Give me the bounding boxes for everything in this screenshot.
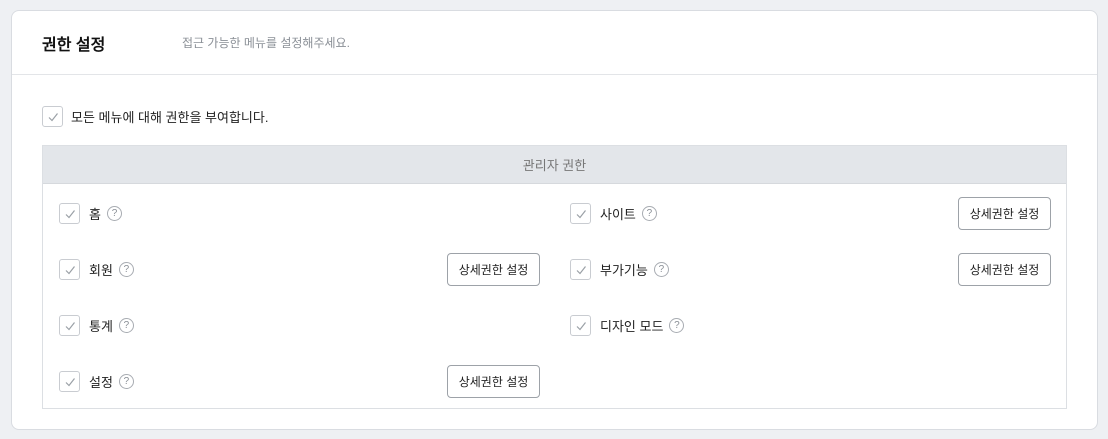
design-mode-checkbox[interactable] <box>570 315 591 336</box>
permission-settings-card: 권한 설정 접근 가능한 메뉴를 설정해주세요. 모든 메뉴에 대해 권한을 부… <box>11 10 1098 430</box>
perm-item-stats: 통계 ? <box>59 309 134 342</box>
member-detail-button[interactable]: 상세권한 설정 <box>447 253 540 286</box>
check-icon <box>576 265 586 274</box>
all-permissions-label: 모든 메뉴에 대해 권한을 부여합니다. <box>71 110 269 125</box>
all-permissions-row: 모든 메뉴에 대해 권한을 부여합니다. <box>42 106 268 127</box>
help-icon[interactable]: ? <box>641 206 657 221</box>
admin-permissions-panel: 관리자 권한 홈 ? 회원 ? 상세권한 설정 통계 ? 설정 ? 상세권한 설… <box>42 145 1067 409</box>
perm-item-member: 회원 ? <box>59 253 134 286</box>
page-description: 접근 가능한 메뉴를 설정해주세요. <box>182 36 350 50</box>
check-icon <box>576 321 586 330</box>
help-icon[interactable]: ? <box>653 262 669 277</box>
perm-label: 부가기능 <box>600 263 648 278</box>
help-icon[interactable]: ? <box>118 318 134 333</box>
site-detail-button[interactable]: 상세권한 설정 <box>958 197 1051 230</box>
check-icon <box>48 112 58 121</box>
all-permissions-checkbox[interactable] <box>42 106 63 127</box>
member-checkbox[interactable] <box>59 259 80 280</box>
perm-label: 디자인 모드 <box>600 319 664 334</box>
settings-detail-button[interactable]: 상세권한 설정 <box>447 365 540 398</box>
perm-label: 설정 <box>89 375 113 390</box>
perm-label: 통계 <box>89 319 113 334</box>
home-checkbox[interactable] <box>59 203 80 224</box>
check-icon <box>65 321 75 330</box>
perm-item-site: 사이트 ? <box>570 197 657 230</box>
page-title: 권한 설정 <box>42 36 106 54</box>
perm-item-home: 홈 ? <box>59 197 122 230</box>
help-icon[interactable]: ? <box>118 262 134 277</box>
perm-label: 홈 <box>89 207 101 222</box>
check-icon <box>576 209 586 218</box>
perm-item-addons: 부가기능 ? <box>570 253 669 286</box>
addons-checkbox[interactable] <box>570 259 591 280</box>
help-icon[interactable]: ? <box>106 206 122 221</box>
check-icon <box>65 209 75 218</box>
help-icon[interactable]: ? <box>118 374 134 389</box>
perm-label: 사이트 <box>600 207 636 222</box>
addons-detail-button[interactable]: 상세권한 설정 <box>958 253 1051 286</box>
admin-permissions-header: 관리자 권한 <box>43 146 1066 184</box>
perm-item-settings: 설정 ? <box>59 365 134 398</box>
perm-item-design-mode: 디자인 모드 ? <box>570 309 685 342</box>
settings-checkbox[interactable] <box>59 371 80 392</box>
card-header: 권한 설정 접근 가능한 메뉴를 설정해주세요. <box>12 11 1097 75</box>
check-icon <box>65 377 75 386</box>
stats-checkbox[interactable] <box>59 315 80 336</box>
site-checkbox[interactable] <box>570 203 591 224</box>
perm-label: 회원 <box>89 263 113 278</box>
check-icon <box>65 265 75 274</box>
help-icon[interactable]: ? <box>669 318 685 333</box>
